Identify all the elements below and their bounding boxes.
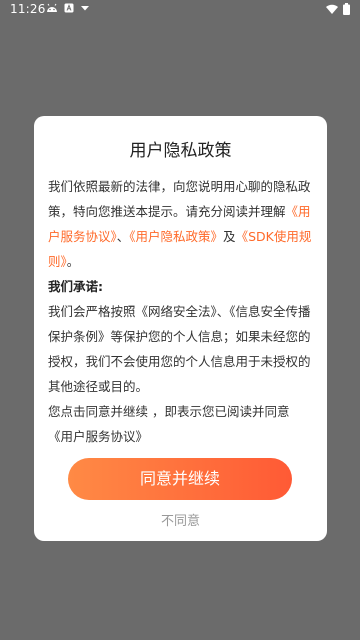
intro-paragraph: 我们依照最新的法律，向您说明用心聊的隐私政策，特向您推送本提示。请充分阅读并理解… bbox=[48, 174, 314, 274]
status-time: 11:26 bbox=[10, 2, 46, 16]
privacy-policy-link[interactable]: 《用户隐私政策》 bbox=[129, 229, 223, 244]
privacy-dialog: 用户隐私政策 我们依照最新的法律，向您说明用心聊的隐私政策，特向您推送本提示。请… bbox=[34, 116, 327, 541]
status-left-icons bbox=[46, 3, 90, 13]
agree-button[interactable]: 同意并继续 bbox=[68, 458, 292, 500]
download-arrow-icon bbox=[81, 6, 89, 11]
status-right-icons bbox=[326, 3, 350, 15]
consent-note: 您点击同意并继续 ，即表示您已阅读并同意《用户服务协议》 bbox=[48, 404, 290, 444]
intro-text: 我们依照最新的法律，向您说明用心聊的隐私政策，特向您推送本提示。请充分阅读并理解 bbox=[48, 179, 311, 219]
android-icon bbox=[47, 3, 57, 12]
promise-heading: 我们承诺: bbox=[48, 279, 103, 294]
intro-end-text: 。 bbox=[66, 254, 80, 269]
disagree-button[interactable]: 不同意 bbox=[34, 510, 327, 529]
separator-text: 及 bbox=[223, 229, 236, 244]
promise-paragraph: 我们会严格按照《网络安全法》、《信息安全传播保护条例》等保护您的个人信息；如果未… bbox=[48, 304, 311, 394]
battery-icon bbox=[343, 3, 350, 15]
wifi-icon bbox=[326, 4, 338, 14]
a-box-icon bbox=[64, 3, 74, 13]
separator-text: 、 bbox=[116, 229, 130, 244]
dialog-title: 用户隐私政策 bbox=[129, 141, 232, 161]
status-bar: 11:26 bbox=[0, 0, 360, 20]
dialog-body[interactable]: 我们依照最新的法律，向您说明用心聊的隐私政策，特向您推送本提示。请充分阅读并理解… bbox=[48, 174, 314, 446]
